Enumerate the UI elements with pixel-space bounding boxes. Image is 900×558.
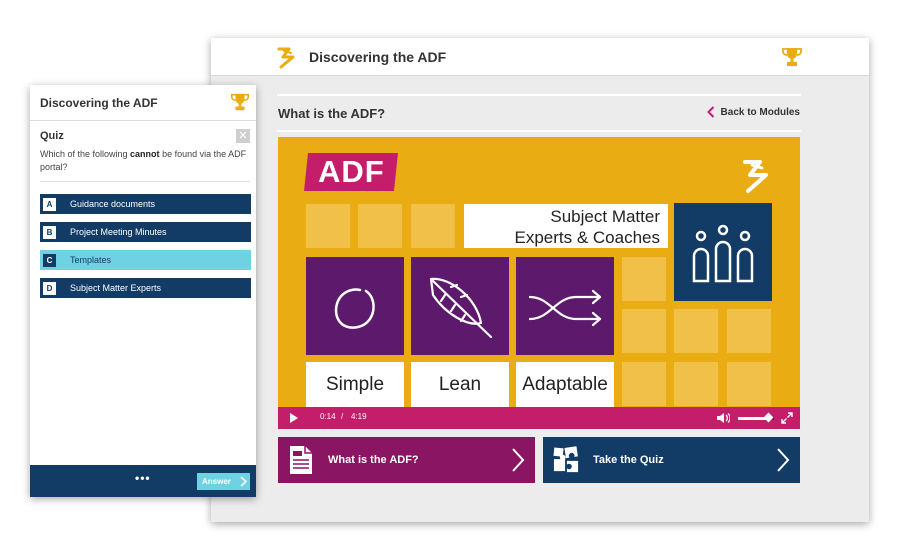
- option-key: B: [43, 225, 56, 239]
- sme-label: Subject Matter Experts & Coaches: [464, 206, 660, 248]
- quiz-panel-header: Discovering the ADF: [30, 85, 256, 121]
- quiz-panel: Discovering the ADF Quiz ✕ Which of the …: [30, 85, 256, 497]
- answer-button[interactable]: Answer: [197, 473, 250, 490]
- option-label: Guidance documents: [70, 199, 156, 209]
- people-tile: [674, 203, 772, 301]
- adf-badge: ADF: [304, 153, 398, 191]
- divider: [277, 94, 801, 96]
- quiz-option-c[interactable]: C Templates: [40, 250, 251, 270]
- play-icon[interactable]: [290, 413, 298, 423]
- chevron-right-icon: [512, 448, 525, 472]
- question-emphasis: cannot: [130, 149, 160, 159]
- option-key: C: [43, 253, 56, 267]
- sme-line-2: Experts & Coaches: [514, 228, 660, 247]
- option-label: Subject Matter Experts: [70, 283, 162, 293]
- quiz-option-a[interactable]: A Guidance documents: [40, 194, 251, 214]
- current-time: 0:14: [320, 412, 336, 421]
- document-icon: [290, 446, 312, 474]
- duration: 4:19: [351, 412, 367, 421]
- adaptable-tile: [516, 257, 614, 355]
- answer-label: Answer: [202, 477, 231, 486]
- video-controls: 0:14 / 4:19: [278, 407, 800, 429]
- divider: [40, 181, 250, 182]
- chevron-right-icon: [777, 448, 790, 472]
- divider: [277, 130, 801, 132]
- what-is-adf-button[interactable]: What is the ADF?: [278, 437, 535, 483]
- tile: [358, 204, 402, 248]
- main-title: Discovering the ADF: [309, 49, 447, 65]
- lean-tile: [411, 257, 509, 355]
- quiz-panel-footer: ••• Answer: [30, 465, 256, 497]
- quiz-option-b[interactable]: B Project Meeting Minutes: [40, 222, 251, 242]
- puzzle-icon: [553, 446, 579, 473]
- quiz-panel-title: Discovering the ADF: [40, 96, 158, 110]
- word-simple: Simple: [306, 362, 404, 407]
- tile: [674, 362, 718, 406]
- chevron-right-icon: [240, 476, 247, 487]
- option-key: D: [43, 281, 56, 295]
- more-options-button[interactable]: •••: [135, 471, 151, 485]
- brand-logo-icon: [743, 160, 768, 193]
- simple-tile: [306, 257, 404, 355]
- brand-logo-icon: [277, 47, 295, 69]
- tile: [674, 309, 718, 353]
- shuffle-icon: [528, 289, 602, 327]
- video-player[interactable]: ADF Subject Matter Experts & Coaches Sim…: [278, 137, 800, 407]
- tile: [622, 257, 666, 301]
- people-icon: [692, 224, 754, 283]
- fullscreen-icon[interactable]: [781, 412, 793, 424]
- tile: [411, 204, 455, 248]
- trophy-icon[interactable]: [781, 46, 803, 68]
- time-separator: /: [341, 412, 344, 421]
- back-to-modules-link[interactable]: Back to Modules: [706, 106, 800, 118]
- question-text: Which of the following: [40, 149, 131, 159]
- tile: [306, 204, 350, 248]
- volume-icon[interactable]: [716, 412, 730, 424]
- tile: [727, 309, 771, 353]
- quiz-option-d[interactable]: D Subject Matter Experts: [40, 278, 251, 298]
- tile: [727, 362, 771, 406]
- circle-icon: [334, 288, 375, 329]
- quiz-heading: Quiz: [40, 130, 64, 142]
- tile: [622, 362, 666, 406]
- main-window: Discovering the ADF What is the ADF? Bac…: [211, 38, 869, 522]
- section-title: What is the ADF?: [278, 106, 386, 121]
- what-is-adf-label: What is the ADF?: [328, 454, 419, 466]
- take-the-quiz-label: Take the Quiz: [593, 454, 664, 466]
- adf-badge-text: ADF: [317, 154, 385, 189]
- option-key: A: [43, 197, 56, 211]
- take-the-quiz-button[interactable]: Take the Quiz: [543, 437, 800, 483]
- sme-line-1: Subject Matter: [550, 207, 660, 226]
- option-label: Templates: [70, 255, 112, 265]
- quiz-question: Which of the following cannot be found v…: [40, 148, 252, 174]
- trophy-icon[interactable]: [230, 92, 250, 112]
- main-header: Discovering the ADF: [211, 38, 869, 76]
- back-label: Back to Modules: [720, 106, 800, 118]
- chevron-left-icon: [706, 106, 714, 118]
- volume-handle[interactable]: [763, 412, 774, 423]
- word-adaptable: Adaptable: [516, 362, 614, 407]
- option-label: Project Meeting Minutes: [70, 227, 167, 237]
- feather-icon: [429, 277, 493, 339]
- word-lean: Lean: [411, 362, 509, 407]
- close-icon[interactable]: ✕: [236, 129, 250, 143]
- tile: [622, 309, 666, 353]
